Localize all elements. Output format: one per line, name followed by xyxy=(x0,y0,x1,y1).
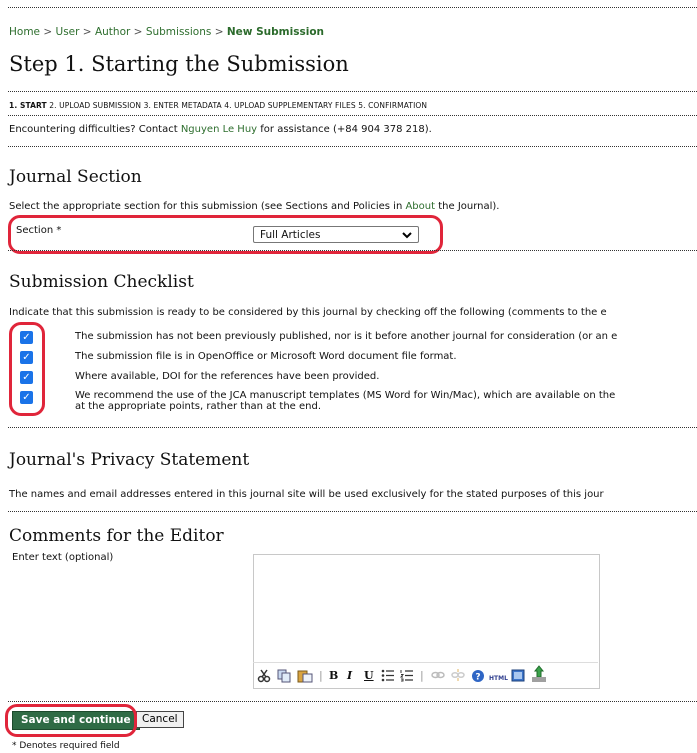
bullet-list-icon[interactable] xyxy=(381,669,395,685)
privacy-text: The names and email addresses entered in… xyxy=(9,489,604,500)
cancel-button[interactable]: Cancel xyxy=(136,711,184,728)
breadcrumb-separator: > xyxy=(43,26,53,38)
checklist-intro: Indicate that this submission is ready t… xyxy=(9,307,607,318)
top-divider xyxy=(8,7,697,8)
section-divider xyxy=(8,250,697,251)
checklist-item-4: We recommend the use of the JCA manuscri… xyxy=(75,390,615,412)
numbered-list-icon[interactable] xyxy=(399,669,414,685)
underline-icon[interactable]: U xyxy=(364,669,374,682)
contact-prefix: Encountering difficulties? Contact xyxy=(9,124,178,135)
step-start: 1. START xyxy=(9,101,47,110)
checklist-item-3: Where available, DOI for the references … xyxy=(75,371,380,382)
highlight-checkboxes xyxy=(9,322,45,416)
page-title: Step 1. Starting the Submission xyxy=(9,52,349,76)
breadcrumb-separator: > xyxy=(214,26,224,38)
step-confirmation: 5. CONFIRMATION xyxy=(358,101,428,110)
breadcrumb-author[interactable]: Author xyxy=(95,26,130,38)
contact-link[interactable]: Nguyen Le Huy xyxy=(181,124,257,135)
comments-divider xyxy=(8,701,697,702)
fullscreen-icon[interactable] xyxy=(511,669,525,685)
step-upload-supplementary: 4. UPLOAD SUPPLEMENTARY FILES xyxy=(224,101,356,110)
journal-section-instruction: Select the appropriate section for this … xyxy=(9,201,500,212)
privacy-heading: Journal's Privacy Statement xyxy=(9,450,250,470)
toolbar-separator: | xyxy=(420,669,424,682)
html-icon[interactable]: HTML xyxy=(489,672,508,685)
title-divider xyxy=(8,91,697,92)
breadcrumb-separator: > xyxy=(82,26,92,38)
help-icon[interactable]: ? xyxy=(471,669,485,686)
steps-divider xyxy=(8,115,697,116)
image-icon[interactable] xyxy=(531,665,547,686)
breadcrumb-user[interactable]: User xyxy=(56,26,80,38)
breadcrumb-current: New Submission xyxy=(226,26,325,38)
instruction-suffix: the Journal). xyxy=(438,201,500,212)
comments-heading: Comments for the Editor xyxy=(9,526,224,546)
breadcrumb-submissions[interactable]: Submissions xyxy=(146,26,212,38)
about-link[interactable]: About xyxy=(405,201,435,212)
step-upload-submission: 2. UPLOAD SUBMISSION xyxy=(49,101,142,110)
editor-toolbar: | B I U | ? HTML xyxy=(253,662,598,688)
contact-divider xyxy=(8,146,697,147)
checklist-divider xyxy=(8,427,697,428)
privacy-divider xyxy=(8,511,697,512)
toolbar-separator: | xyxy=(319,669,323,682)
cut-icon[interactable] xyxy=(257,669,271,686)
bold-icon[interactable]: B xyxy=(329,669,338,682)
step-indicator: 1. START 2. UPLOAD SUBMISSION 3. ENTER M… xyxy=(9,101,427,110)
comments-label: Enter text (optional) xyxy=(12,552,114,563)
step-enter-metadata: 3. ENTER METADATA xyxy=(143,101,222,110)
breadcrumb: Home > User > Author > Submissions > New… xyxy=(9,26,324,38)
unlink-icon[interactable] xyxy=(451,669,465,684)
breadcrumb-home[interactable]: Home xyxy=(9,26,40,38)
breadcrumb-separator: > xyxy=(133,26,143,38)
highlight-save xyxy=(5,704,137,737)
link-icon[interactable] xyxy=(431,669,445,684)
paste-icon[interactable] xyxy=(297,669,313,686)
journal-section-heading: Journal Section xyxy=(9,167,142,187)
svg-text:?: ? xyxy=(475,673,480,683)
contact-suffix: for assistance (+84 904 378 218). xyxy=(260,124,432,135)
checklist-item-4-line1: We recommend the use of the JCA manuscri… xyxy=(75,390,616,401)
copy-icon[interactable] xyxy=(277,669,291,686)
required-note: * Denotes required field xyxy=(12,741,120,751)
contact-line: Encountering difficulties? Contact Nguye… xyxy=(9,124,432,135)
italic-icon[interactable]: I xyxy=(347,669,352,682)
checklist-item-1: The submission has not been previously p… xyxy=(75,331,618,342)
checklist-item-4-line2: at the appropriate points, rather than a… xyxy=(75,401,322,412)
instruction-prefix: Select the appropriate section for this … xyxy=(9,201,403,212)
checklist-heading: Submission Checklist xyxy=(9,272,194,292)
checklist-item-2: The submission file is in OpenOffice or … xyxy=(75,351,457,362)
highlight-section xyxy=(8,215,443,254)
